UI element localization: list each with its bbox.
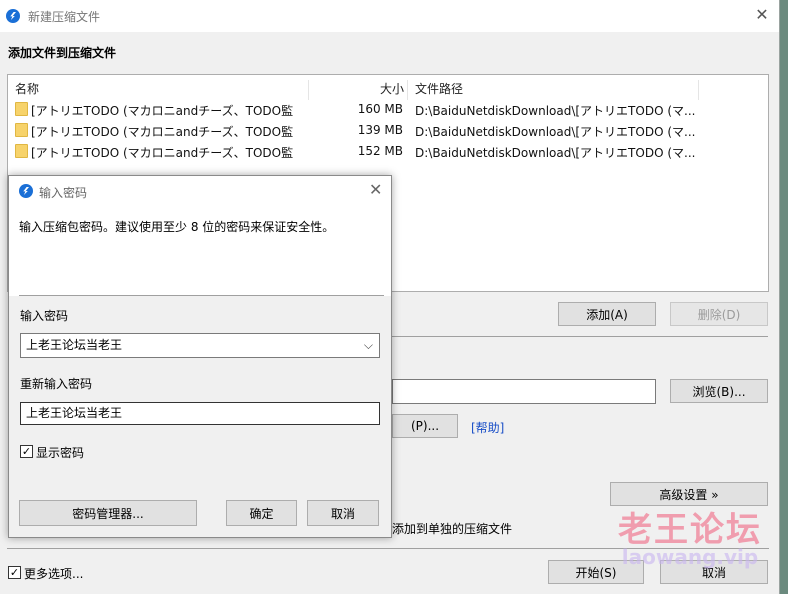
file-name: [アトリエTODO (マカロニandチーズ、TODO監	[31, 146, 294, 160]
password-manager-button[interactable]: 密码管理器...	[19, 500, 197, 526]
delete-button[interactable]: 删除(D)	[670, 302, 768, 326]
password-value: 上老王论坛当老王	[26, 338, 123, 352]
file-path: D:\BaiduNetdiskDownload\[アトリエTODO (マ...	[415, 146, 695, 160]
file-row[interactable]: [アトリエTODO (マカロニandチーズ、TODO監 160 MB D:\Ba…	[8, 99, 768, 120]
separate-archive-label: 添加到单独的压缩文件	[392, 522, 513, 536]
advanced-settings-button[interactable]: 高级设置 »	[610, 482, 768, 506]
column-divider[interactable]	[407, 80, 408, 100]
help-link[interactable]: [帮助]	[471, 419, 504, 436]
more-options-checkbox[interactable]: ✓	[8, 566, 21, 579]
window-titlebar: 新建压缩文件 ✕	[0, 0, 779, 32]
reenter-password-value: 上老王论坛当老王	[26, 406, 123, 420]
browse-button[interactable]: 浏览(B)...	[670, 379, 768, 403]
more-options-label[interactable]: 更多选项...	[24, 565, 83, 582]
file-path: D:\BaiduNetdiskDownload\[アトリエTODO (マ...	[415, 104, 695, 118]
add-button[interactable]: 添加(A)	[558, 302, 656, 326]
show-password-label[interactable]: 显示密码	[36, 444, 84, 461]
divider	[392, 336, 768, 337]
bandizip-app-icon	[19, 184, 33, 198]
password-label: 输入密码	[20, 309, 69, 323]
dialog-description-area: 输入压缩包密码。建议使用至少 8 位的密码来保证安全性。	[9, 206, 391, 296]
file-row[interactable]: [アトリエTODO (マカロニandチーズ、TODO監 152 MB D:\Ba…	[8, 141, 768, 162]
file-name: [アトリエTODO (マカロニandチーズ、TODO監	[31, 104, 294, 118]
folder-icon	[15, 123, 28, 137]
dialog-titlebar: 输入密码 ✕	[9, 176, 391, 206]
column-divider[interactable]	[308, 80, 309, 100]
column-name[interactable]: 名称	[15, 80, 39, 97]
folder-icon	[15, 144, 28, 158]
dialog-title: 输入密码	[39, 186, 88, 200]
archive-path-input[interactable]	[392, 379, 656, 404]
cancel-button[interactable]: 取消	[660, 560, 768, 584]
file-row[interactable]: [アトリエTODO (マカロニandチーズ、TODO監 139 MB D:\Ba…	[8, 120, 768, 141]
file-list-header: 名称 大小 文件路径	[8, 75, 768, 100]
dialog-description: 输入压缩包密码。建议使用至少 8 位的密码来保证安全性。	[19, 220, 335, 234]
reenter-password-input[interactable]: 上老王论坛当老王	[20, 402, 380, 425]
window-title: 新建压缩文件	[28, 9, 101, 24]
column-path[interactable]: 文件路径	[415, 80, 463, 97]
file-size: 139 MB	[357, 123, 403, 137]
password-dialog: 输入密码 ✕ 输入压缩包密码。建议使用至少 8 位的密码来保证安全性。 输入密码…	[8, 175, 392, 538]
file-path: D:\BaiduNetdiskDownload\[アトリエTODO (マ...	[415, 125, 695, 139]
options-partial-button[interactable]: (P)...	[392, 414, 458, 438]
close-icon[interactable]: ✕	[753, 6, 771, 24]
show-password-checkbox[interactable]: ✓	[20, 445, 33, 458]
bandizip-app-icon	[6, 9, 20, 23]
column-size[interactable]: 大小	[380, 80, 404, 97]
file-size: 152 MB	[357, 144, 403, 158]
password-combobox[interactable]: 上老王论坛当老王 ⌵	[20, 333, 380, 358]
start-button[interactable]: 开始(S)	[548, 560, 644, 584]
section-title: 添加文件到压缩文件	[8, 46, 117, 60]
close-icon[interactable]: ✕	[369, 180, 382, 199]
ok-button[interactable]: 确定	[226, 500, 297, 526]
divider	[7, 548, 769, 549]
file-size: 160 MB	[357, 102, 403, 116]
folder-icon	[15, 102, 28, 116]
column-divider[interactable]	[698, 80, 699, 100]
chevron-down-icon[interactable]: ⌵	[364, 334, 373, 357]
divider	[19, 295, 384, 296]
reenter-password-label: 重新输入密码	[20, 377, 93, 391]
file-name: [アトリエTODO (マカロニandチーズ、TODO監	[31, 125, 294, 139]
dialog-cancel-button[interactable]: 取消	[307, 500, 379, 526]
